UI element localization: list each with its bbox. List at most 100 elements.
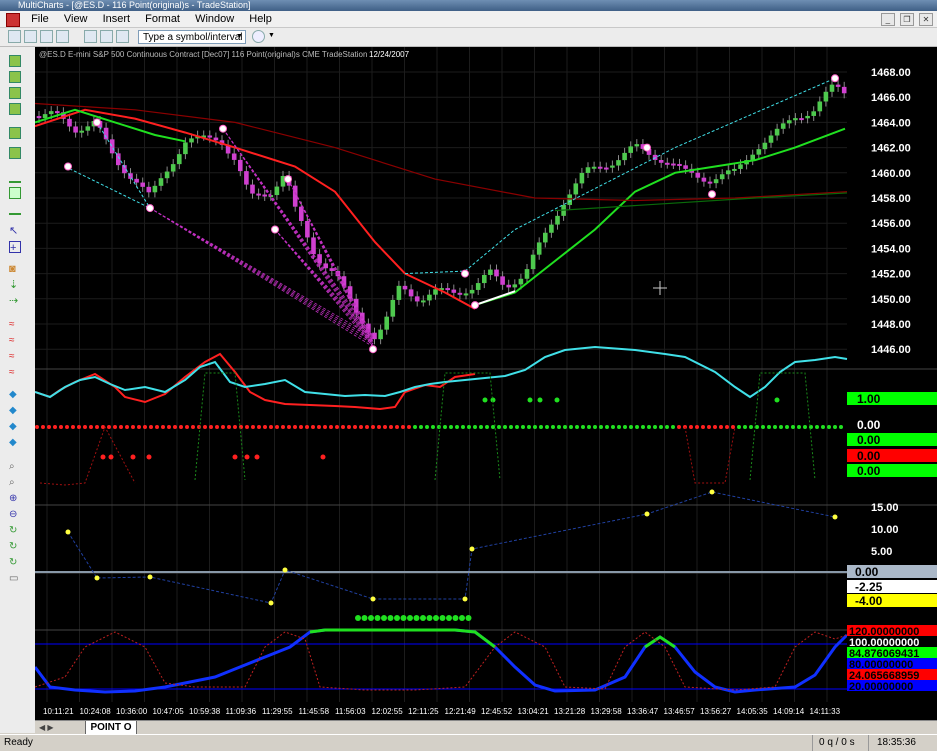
signal-dot <box>737 425 741 429</box>
trendline-icon[interactable] <box>9 171 21 183</box>
signal-dot <box>452 615 459 621</box>
eraser-icon[interactable]: ▭ <box>9 573 21 585</box>
refresh-icon[interactable]: ↻ <box>9 557 21 569</box>
signal-dot <box>827 425 831 429</box>
menu-insert[interactable]: Insert <box>97 11 137 27</box>
title-bar: MultiCharts - [@ES.D - 116 Point(origina… <box>0 0 937 11</box>
menu-window[interactable]: Window <box>189 11 240 27</box>
candle-body <box>36 116 42 119</box>
new-dom-icon[interactable] <box>40 30 53 43</box>
zoom-in-icon[interactable]: ⊕ <box>9 493 21 505</box>
price-chart[interactable]: @ES.D E-mini S&P 500 Continuous Contract… <box>35 47 937 720</box>
menu-format[interactable]: Format <box>139 11 186 27</box>
new-scanner-icon[interactable] <box>24 30 37 43</box>
candle-body <box>378 329 383 340</box>
line-icon[interactable] <box>9 203 21 215</box>
crosshair-icon[interactable]: + <box>9 241 21 254</box>
zoom-icon[interactable]: ⌕ <box>9 461 21 473</box>
menu-view[interactable]: View <box>58 11 94 27</box>
arrow-icon[interactable]: ⇢ <box>9 295 21 307</box>
layout-icon[interactable] <box>84 30 97 43</box>
signal-dot <box>347 425 351 429</box>
candle-body <box>512 284 518 288</box>
signal-dot <box>785 425 789 429</box>
diamond-icon[interactable]: ◆ <box>9 421 21 433</box>
fib-icon[interactable]: ≈ <box>9 335 21 347</box>
time-tick-label: 12:21:49 <box>445 707 477 716</box>
chart-icon[interactable] <box>9 127 21 139</box>
clock-icon[interactable] <box>252 30 265 43</box>
trend-line <box>674 77 836 149</box>
cursor-icon[interactable]: ↖ <box>9 225 21 237</box>
candle-body <box>140 182 145 187</box>
signal-dot <box>653 425 657 429</box>
candle-body <box>591 166 597 169</box>
stoch-green-segment <box>644 635 676 649</box>
refresh-icon[interactable]: ↻ <box>9 541 21 553</box>
diamond-icon[interactable]: ◆ <box>9 437 21 449</box>
signal-dot <box>245 425 249 429</box>
chart-header: @ES.D E-mini S&P 500 Continuous Contract… <box>39 50 367 59</box>
close-icon[interactable]: ✕ <box>919 13 933 26</box>
print-icon[interactable] <box>116 30 129 43</box>
chevron-down-icon[interactable]: ▼ <box>268 32 275 39</box>
chevron-down-icon[interactable]: ▼ <box>234 31 245 43</box>
price-tick-label: 1464.00 <box>871 117 911 129</box>
candle-body <box>829 84 835 92</box>
signal-dot <box>503 425 507 429</box>
time-tick-label: 13:04:21 <box>518 707 550 716</box>
ma-red-line <box>35 108 476 310</box>
signal-dot <box>459 615 465 621</box>
signal-dot <box>130 454 136 460</box>
price-tick-label: 1446.00 <box>871 344 911 356</box>
signal-dot <box>101 425 105 429</box>
price-tick-label: 1468.00 <box>871 67 911 79</box>
pencil-icon[interactable] <box>9 187 21 199</box>
refresh-icon[interactable]: ↻ <box>9 525 21 537</box>
signal-dot <box>368 615 374 621</box>
signal-dot <box>485 425 489 429</box>
chart-icon[interactable] <box>9 55 21 67</box>
chart-icon[interactable] <box>9 71 21 83</box>
tab-scroll-icon[interactable]: ◀ ▶ <box>39 723 54 732</box>
diamond-icon[interactable]: ◆ <box>9 389 21 401</box>
zoom-out-icon[interactable]: ⊖ <box>9 509 21 521</box>
fib-icon[interactable]: ≈ <box>9 351 21 363</box>
chart-icon[interactable] <box>9 103 21 115</box>
candle-body <box>823 91 829 102</box>
candle-body <box>695 172 701 178</box>
open-icon[interactable] <box>56 30 69 43</box>
app-icon[interactable] <box>6 13 20 27</box>
signal-dot <box>473 425 477 429</box>
diamond-icon[interactable]: ◆ <box>9 405 21 417</box>
candle-body <box>396 285 402 300</box>
tab-point-o[interactable]: POINT O <box>85 721 137 735</box>
menu-help[interactable]: Help <box>243 11 278 27</box>
signal-dot <box>641 425 645 429</box>
minimize-icon[interactable]: _ <box>880 13 895 26</box>
menu-file[interactable]: File <box>25 11 55 27</box>
signal-dot <box>749 425 753 429</box>
signal-dot <box>413 615 420 621</box>
signal-dot <box>395 425 399 429</box>
chart-icon[interactable] <box>9 87 21 99</box>
symbol-input[interactable]: Type a symbol/interval ▼ <box>138 30 246 44</box>
signal-dot <box>407 425 411 429</box>
signal-dot <box>821 425 825 429</box>
new-chart-icon[interactable] <box>8 30 21 43</box>
candle-body <box>73 126 78 133</box>
signal-dot <box>394 615 400 621</box>
comment-icon[interactable]: ◙ <box>9 263 21 275</box>
zoom-icon[interactable]: ⌕ <box>9 477 21 489</box>
candle-body <box>762 142 768 150</box>
candle-body <box>774 128 780 136</box>
signal-dot <box>554 397 560 403</box>
move-icon[interactable]: ⇣ <box>9 279 21 291</box>
chart-icon[interactable] <box>9 147 21 159</box>
swing-point-marker <box>93 118 101 127</box>
fib-icon[interactable]: ≈ <box>9 319 21 331</box>
fib-icon[interactable]: ≈ <box>9 367 21 379</box>
restore-icon[interactable]: ❐ <box>899 13 914 26</box>
workspace-icon[interactable] <box>100 30 113 43</box>
candle-body <box>500 276 505 285</box>
